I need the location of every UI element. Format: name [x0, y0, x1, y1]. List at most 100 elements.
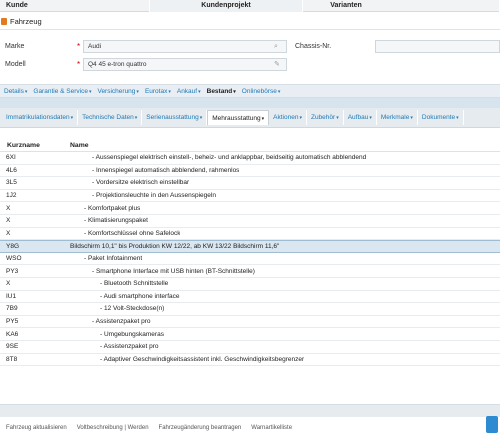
cell-name: - Vordersitze elektrisch einstellbar — [92, 179, 190, 187]
cell-kurzname: 3L5 — [6, 179, 17, 187]
table-row[interactable]: PY5 - Assistenzpaket pro — [0, 316, 500, 329]
marke-row: Marke * Audi ⌕ Chassis-Nr. — [0, 40, 500, 54]
table-row[interactable]: X - Klimatisierungspaket — [0, 215, 500, 228]
edit-icon[interactable]: ✎ — [274, 61, 282, 69]
table-row[interactable]: 4L6 - Innenspiegel automatisch abblendend… — [0, 165, 500, 178]
chevron-down-icon: ▾ — [198, 88, 201, 95]
grid-header: Kurzname Name — [0, 140, 500, 152]
header-name[interactable]: Name — [70, 142, 89, 149]
tab-versicherung[interactable]: Versicherung▾ — [94, 88, 141, 95]
cell-kurzname: X — [6, 280, 11, 288]
cell-kurzname: 4L6 — [6, 166, 17, 174]
table-row[interactable]: KA6 - Umgebungskameras — [0, 328, 500, 341]
vehicle-icon — [1, 18, 7, 25]
cell-kurzname: PY5 — [6, 318, 19, 326]
cell-kurzname: X — [6, 204, 11, 212]
chassis-input[interactable] — [375, 40, 500, 53]
panel-header: Fahrzeug — [0, 14, 500, 30]
table-row[interactable]: 6XI - Aussenspiegel elektrisch einstell-,… — [0, 152, 500, 165]
cell-name: - Innenspiegel automatisch abblendend, r… — [92, 166, 240, 174]
tab-garantie-service[interactable]: Garantie & Service▾ — [30, 88, 94, 95]
table-row[interactable]: X - Bluetooth Schnittstelle — [0, 278, 500, 291]
tab-eurotax[interactable]: Eurotax▾ — [142, 88, 174, 95]
table-row[interactable]: 7B9 - 12 Volt-Steckdose(n) — [0, 303, 500, 316]
cell-kurzname: 1J2 — [6, 192, 17, 200]
chevron-down-icon: ▾ — [136, 88, 139, 95]
tab-bestand[interactable]: Bestand▾ — [204, 88, 239, 95]
table-row[interactable]: PY3 - Smartphone Interface mit USB hinten… — [0, 265, 500, 278]
subtab-serienausstattung[interactable]: Serienausstattung▾ — [142, 110, 208, 125]
equipment-grid: Kurzname Name 6XI - Aussenspiegel elektri… — [0, 140, 500, 367]
marke-value: Audi — [88, 43, 102, 50]
tab-kunde[interactable]: Kunde — [0, 0, 150, 12]
cell-kurzname: 9SE — [6, 343, 19, 351]
cell-kurzname: X — [6, 229, 11, 237]
footer-actions: Fahrzeug aktualisieren Voltbeschreibung |… — [0, 425, 500, 433]
subtab-immatrikulationsdaten[interactable]: Immatrikulationsdaten▾ — [2, 110, 79, 125]
main-tab-bar: Details▾ Garantie & Service▾ Versicherung▾… — [0, 84, 500, 98]
subtab-aktionen[interactable]: Aktionen▾ — [269, 110, 307, 125]
cell-kurzname: 7B9 — [6, 305, 18, 313]
table-row[interactable]: X - Komfortschlüssel ohne Safelock — [0, 228, 500, 241]
required-marker: * — [77, 60, 81, 69]
table-row[interactable]: Y8G Bildschirm 10,1" bis Produktion KW 12… — [0, 240, 500, 253]
subtab-aufbau[interactable]: Aufbau▾ — [344, 110, 377, 125]
cell-name: - Assistenzpaket pro — [92, 318, 151, 326]
subtab-dokumente[interactable]: Dokumente▾ — [418, 110, 464, 125]
subtab-technische-daten[interactable]: Technische Daten▾ — [78, 110, 143, 125]
chevron-down-icon: ▾ — [261, 116, 265, 122]
cell-name: - Bluetooth Schnittstelle — [100, 280, 169, 288]
chevron-down-icon: ▾ — [299, 115, 302, 121]
table-row[interactable]: IU1 - Audi smartphone interface — [0, 291, 500, 304]
chevron-down-icon: ▾ — [88, 88, 92, 95]
table-row[interactable]: 9SE - Assistenzpaket pro — [0, 341, 500, 354]
modell-label: Modell — [5, 61, 26, 68]
chevron-down-icon: ▾ — [24, 88, 28, 95]
tab-onlineb-rse[interactable]: Onlinebörse▾ — [239, 88, 284, 95]
cell-name: - Komfortschlüssel ohne Safelock — [84, 229, 181, 237]
footer-action[interactable]: Fahrzeug aktualisieren — [0, 425, 71, 433]
chassis-label: Chassis-Nr. — [295, 43, 332, 50]
table-row[interactable]: 8T8 - Adaptiver Geschwindigkeitsassistent… — [0, 354, 500, 367]
cell-name: - 12 Volt-Steckdose(n) — [100, 305, 165, 313]
footer-action[interactable]: Fahrzeugänderung beantragen — [153, 425, 246, 433]
table-row[interactable]: 3L5 - Vordersitze elektrisch einstellbar — [0, 177, 500, 190]
marke-field[interactable]: Audi ⌕ — [83, 40, 287, 53]
cell-kurzname: PY3 — [6, 267, 19, 275]
footer-action[interactable]: Voltbeschreibung | Werden — [71, 425, 153, 433]
table-row[interactable]: 1J2 - Projektionsleuchte in den Aussenspi… — [0, 190, 500, 203]
tab-ankauf[interactable]: Ankauf▾ — [174, 88, 204, 95]
marke-label: Marke — [5, 43, 25, 50]
header-kurzname[interactable]: Kurzname — [0, 142, 70, 149]
tab-details[interactable]: Details▾ — [0, 88, 30, 95]
modell-row: Modell * Q4 45 e-tron quattro ✎ — [0, 58, 500, 72]
required-marker: * — [77, 42, 81, 51]
cell-name: - Klimatisierungspaket — [84, 217, 148, 225]
cell-name: - Paket Infotainment — [84, 255, 143, 263]
cell-kurzname: IU1 — [6, 292, 17, 300]
chevron-down-icon: ▾ — [199, 115, 203, 121]
modell-field[interactable]: Q4 45 e-tron quattro ✎ — [83, 58, 287, 71]
chevron-down-icon: ▾ — [168, 88, 171, 95]
tab-kundenprojekt[interactable]: Kundenprojekt — [150, 0, 303, 12]
cell-kurzname: X — [6, 217, 11, 225]
subtab-merkmale[interactable]: Merkmale▾ — [377, 110, 418, 125]
footer-bar — [0, 404, 500, 417]
panel-title: Fahrzeug — [10, 17, 42, 26]
chevron-down-icon: ▾ — [134, 115, 138, 121]
chevron-down-icon: ▾ — [336, 115, 339, 121]
cell-kurzname: 8T8 — [6, 355, 18, 363]
subtab-mehrausstattung[interactable]: Mehrausstattung▾ — [207, 110, 270, 125]
cell-kurzname: 6XI — [6, 154, 16, 162]
table-row[interactable]: X - Komfortpaket plus — [0, 202, 500, 215]
table-row[interactable]: WSO - Paket Infotainment — [0, 253, 500, 266]
action-button[interactable] — [486, 416, 498, 433]
chevron-down-icon: ▾ — [456, 115, 459, 121]
sub-tab-bar: Immatrikulationsdaten▾ Technische Daten▾ S… — [0, 108, 500, 128]
chevron-down-icon: ▾ — [410, 115, 413, 121]
tab-varianten[interactable]: Varianten — [303, 0, 500, 12]
top-tab-bar: Kunde Kundenprojekt Varianten — [0, 0, 500, 12]
search-icon[interactable]: ⌕ — [274, 43, 282, 51]
subtab-zubeh-r[interactable]: Zubehör▾ — [307, 110, 344, 125]
footer-action[interactable]: Warnartikelliste — [245, 425, 296, 433]
